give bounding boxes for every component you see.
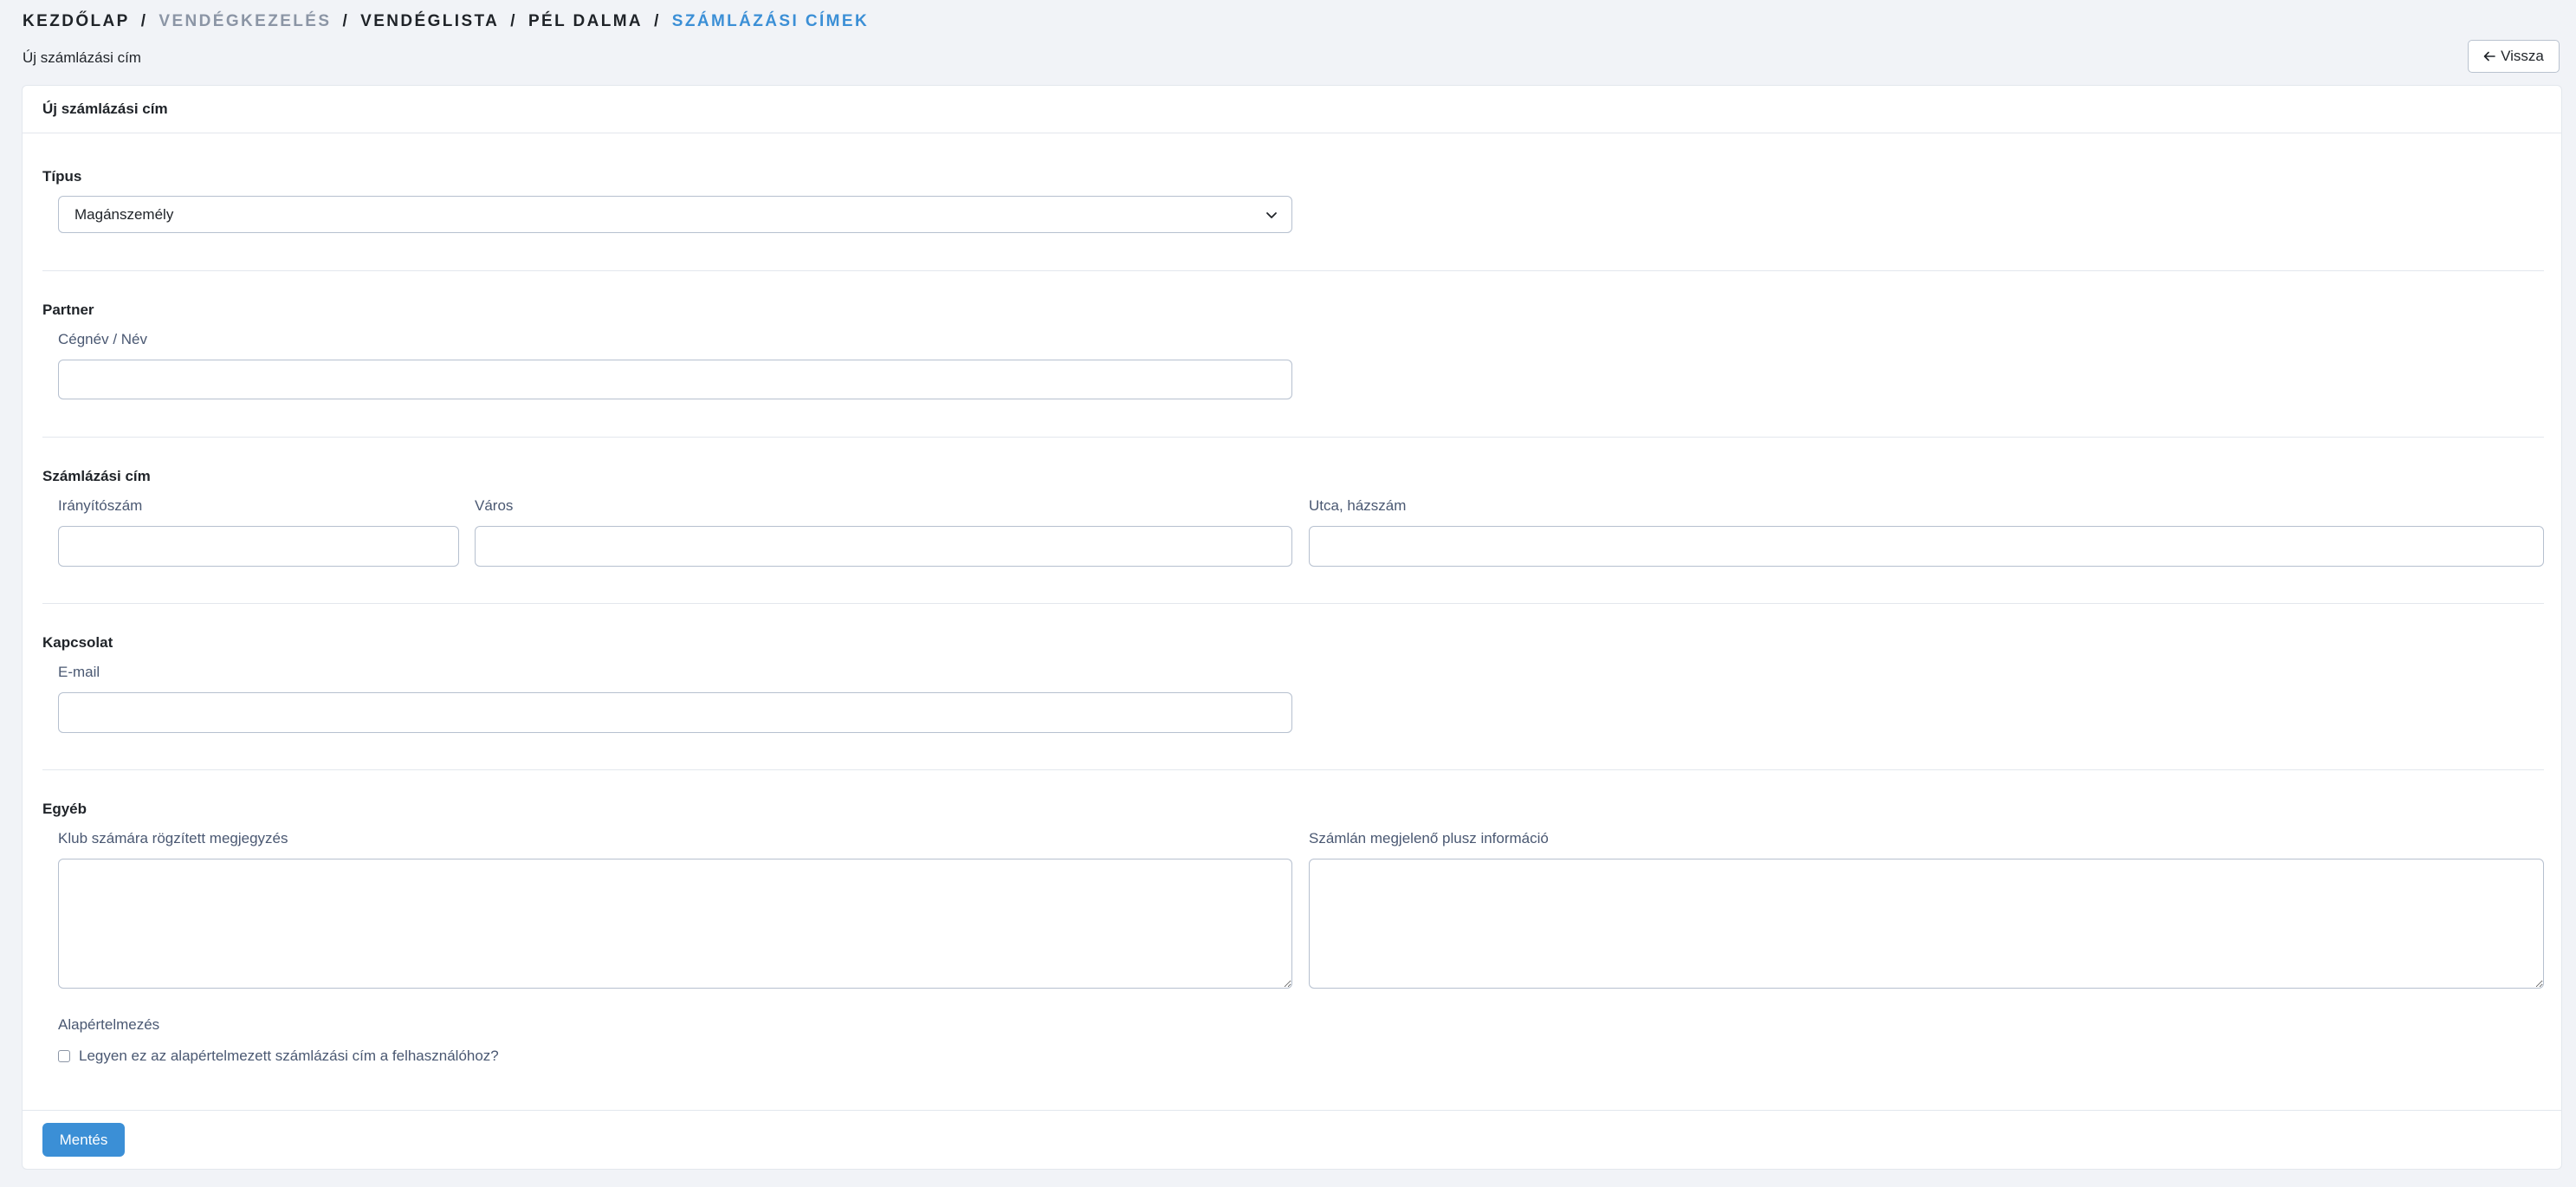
email-label: E-mail — [58, 664, 100, 680]
company-name-label: Cégnév / Név — [58, 331, 147, 347]
default-checkbox[interactable] — [58, 1050, 70, 1062]
other-section-title: Egyéb — [42, 801, 87, 817]
breadcrumb-item-guest-list[interactable]: VENDÉGLISTA — [360, 12, 499, 31]
zip-label: Irányítószám — [58, 497, 143, 514]
billing-address-form-card: Új számlázási cím Típus Magánszemély Par… — [22, 85, 2562, 1170]
type-select[interactable]: Magánszemély — [58, 196, 1292, 233]
divider — [42, 769, 2544, 770]
invoice-info-label: Számlán megjelenő plusz információ — [1309, 830, 1549, 846]
invoice-info-textarea[interactable] — [1309, 859, 2544, 989]
email-input[interactable] — [58, 692, 1292, 733]
breadcrumb-item-home[interactable]: KEZDŐLAP — [23, 12, 130, 31]
default-checkbox-label[interactable]: Legyen ez az alapértelmezett számlázási … — [79, 1048, 499, 1065]
breadcrumb-item-guest[interactable]: PÉL DALMA — [528, 12, 643, 31]
back-button[interactable]: Vissza — [2468, 40, 2560, 73]
breadcrumb-item-billing-addresses[interactable]: SZÁMLÁZÁSI CÍMEK — [672, 12, 869, 31]
partner-section-title: Partner — [42, 302, 94, 318]
city-input[interactable] — [475, 526, 1292, 567]
default-label: Alapértelmezés — [58, 1016, 160, 1033]
default-checkbox-row[interactable]: Legyen ez az alapértelmezett számlázási … — [58, 1048, 499, 1065]
type-section-title: Típus — [42, 168, 82, 185]
save-button[interactable]: Mentés — [42, 1123, 125, 1157]
billing-address-section-title: Számlázási cím — [42, 468, 151, 484]
city-label: Város — [475, 497, 514, 514]
breadcrumb-separator: / — [510, 12, 517, 30]
breadcrumb: KEZDŐLAP / VENDÉGKEZELÉS / VENDÉGLISTA /… — [23, 12, 869, 31]
breadcrumb-separator: / — [140, 12, 148, 30]
breadcrumb-separator: / — [342, 12, 350, 30]
breadcrumb-item-guest-management[interactable]: VENDÉGKEZELÉS — [159, 12, 331, 31]
street-input[interactable] — [1309, 526, 2544, 567]
club-note-textarea[interactable] — [58, 859, 1292, 989]
type-select-value: Magánszemély — [74, 205, 174, 223]
arrow-left-icon — [2483, 51, 2495, 62]
club-note-label: Klub számára rögzített megjegyzés — [58, 830, 288, 846]
divider — [42, 437, 2544, 438]
contact-section-title: Kapcsolat — [42, 634, 113, 651]
street-label: Utca, házszám — [1309, 497, 1407, 514]
card-title: Új számlázási cím — [23, 86, 2561, 133]
company-name-input[interactable] — [58, 360, 1292, 399]
divider — [42, 603, 2544, 604]
card-footer-divider — [23, 1110, 2561, 1111]
chevron-down-icon — [1266, 212, 1277, 218]
zip-input[interactable] — [58, 526, 459, 567]
breadcrumb-separator: / — [654, 12, 661, 30]
page-subtitle: Új számlázási cím — [23, 49, 141, 66]
back-button-label: Vissza — [2501, 48, 2544, 64]
divider — [42, 270, 2544, 271]
